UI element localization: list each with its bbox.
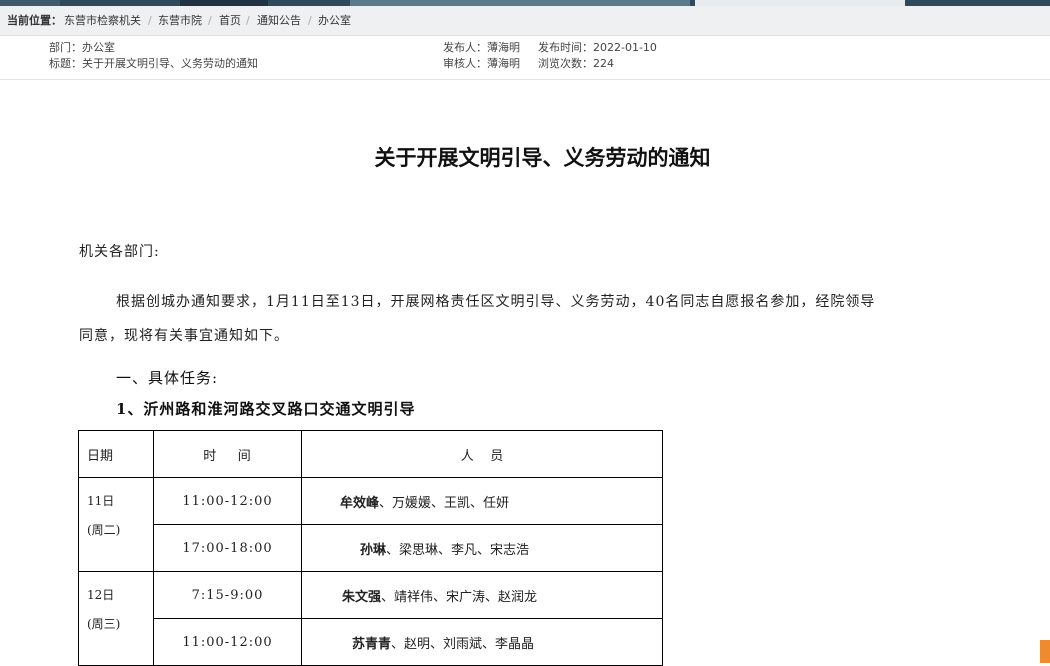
date-cell: 12日 (周三) <box>78 571 154 666</box>
paragraph-line: 同意，现将有关事宜通知如下。 <box>79 328 289 344</box>
breadcrumb-separator: / <box>208 14 212 27</box>
team-members: 、赵明、刘雨斌、李晶晶 <box>391 636 535 652</box>
breadcrumb: 当前位置： 东营市检察机关 / 东营市院 / 首页 / 通知公告 / 办公室 <box>0 6 1050 36</box>
table-header-row: 日期 时 间 人 员 <box>78 430 663 478</box>
breadcrumb-separator: / <box>246 14 250 27</box>
table-row: 12日 (周三) 7:15-9:00 朱文强、靖祥伟、宋广涛、赵润龙 <box>78 571 663 666</box>
time-cell: 11:00-12:00 <box>153 618 302 666</box>
team-lead: 朱文强 <box>342 589 382 605</box>
header-time: 时 间 <box>153 430 302 478</box>
breadcrumb-item-city-court[interactable]: 东营市院 <box>158 6 202 35</box>
team-members: 、万媛媛、王凯、任妍 <box>379 495 510 511</box>
people-cell: 苏青青、赵明、刘雨斌、李晶晶 <box>301 618 663 666</box>
breadcrumb-item-procuratorate[interactable]: 东营市检察机关 <box>64 6 141 35</box>
meta-title: 标题：关于开展文明引导、义务劳动的通知 <box>49 57 258 70</box>
article-title: 关于开展文明引导、义务劳动的通知 <box>374 145 711 170</box>
time-cell: 17:00-18:00 <box>153 524 302 572</box>
team-members: 、梁思琳、李凡、宋志浩 <box>386 542 530 558</box>
table-row: 11日 (周二) 11:00-12:00 牟效峰、万媛媛、王凯、任妍 <box>78 477 663 572</box>
meta-reviewer: 审核人：薄海明 <box>443 57 520 70</box>
breadcrumb-separator: / <box>148 14 152 27</box>
meta-views: 浏览次数：224 <box>538 57 614 70</box>
section-heading: 一、具体任务: <box>116 369 219 387</box>
breadcrumb-separator: / <box>308 14 312 27</box>
subsection-heading: 1、沂州路和淮河路交叉路口交通文明引导 <box>116 400 416 418</box>
date-cell: 11日 (周二) <box>78 477 154 572</box>
meta-department: 部门：办公室 <box>49 41 115 54</box>
schedule-table: 日期 时 间 人 员 11日 (周二) 11:00-12:00 牟效峰、万媛媛、… <box>78 430 663 666</box>
team-members: 、靖祥伟、宋广涛、赵润龙 <box>381 589 538 605</box>
time-cell: 7:15-9:00 <box>153 571 302 619</box>
date-day: 12日 <box>87 588 115 602</box>
people-cell: 朱文强、靖祥伟、宋广涛、赵润龙 <box>301 571 663 619</box>
team-lead: 苏青青 <box>352 636 392 652</box>
salutation: 机关各部门: <box>79 244 160 260</box>
header-date: 日期 <box>78 430 154 478</box>
team-lead: 牟效峰 <box>340 495 380 511</box>
date-day: 11日 <box>87 494 115 508</box>
breadcrumb-item-office[interactable]: 办公室 <box>318 6 351 35</box>
breadcrumb-item-notices[interactable]: 通知公告 <box>257 6 301 35</box>
table-row: 11:00-12:00 苏青青、赵明、刘雨斌、李晶晶 <box>79 618 663 666</box>
date-weekday: (周三) <box>87 617 121 631</box>
breadcrumb-label: 当前位置： <box>7 14 62 27</box>
paragraph-line: 根据创城办通知要求，1月11日至13日，开展网格责任区文明引导、义务劳动，40名… <box>116 294 876 310</box>
people-cell: 牟效峰、万媛媛、王凯、任妍 <box>301 477 663 525</box>
divider <box>0 79 1050 80</box>
meta-publish-time: 发布时间：2022-01-10 <box>538 41 657 54</box>
table-row: 17:00-18:00 孙琳、梁思琳、李凡、宋志浩 <box>79 524 663 572</box>
meta-publisher: 发布人：薄海明 <box>443 41 520 54</box>
header-people: 人 员 <box>301 430 663 478</box>
floating-widget-icon[interactable] <box>1040 640 1050 663</box>
date-weekday: (周二) <box>87 523 121 537</box>
breadcrumb-item-home[interactable]: 首页 <box>219 6 241 35</box>
people-cell: 孙琳、梁思琳、李凡、宋志浩 <box>301 524 663 572</box>
team-lead: 孙琳 <box>360 542 387 558</box>
time-cell: 11:00-12:00 <box>153 477 302 525</box>
